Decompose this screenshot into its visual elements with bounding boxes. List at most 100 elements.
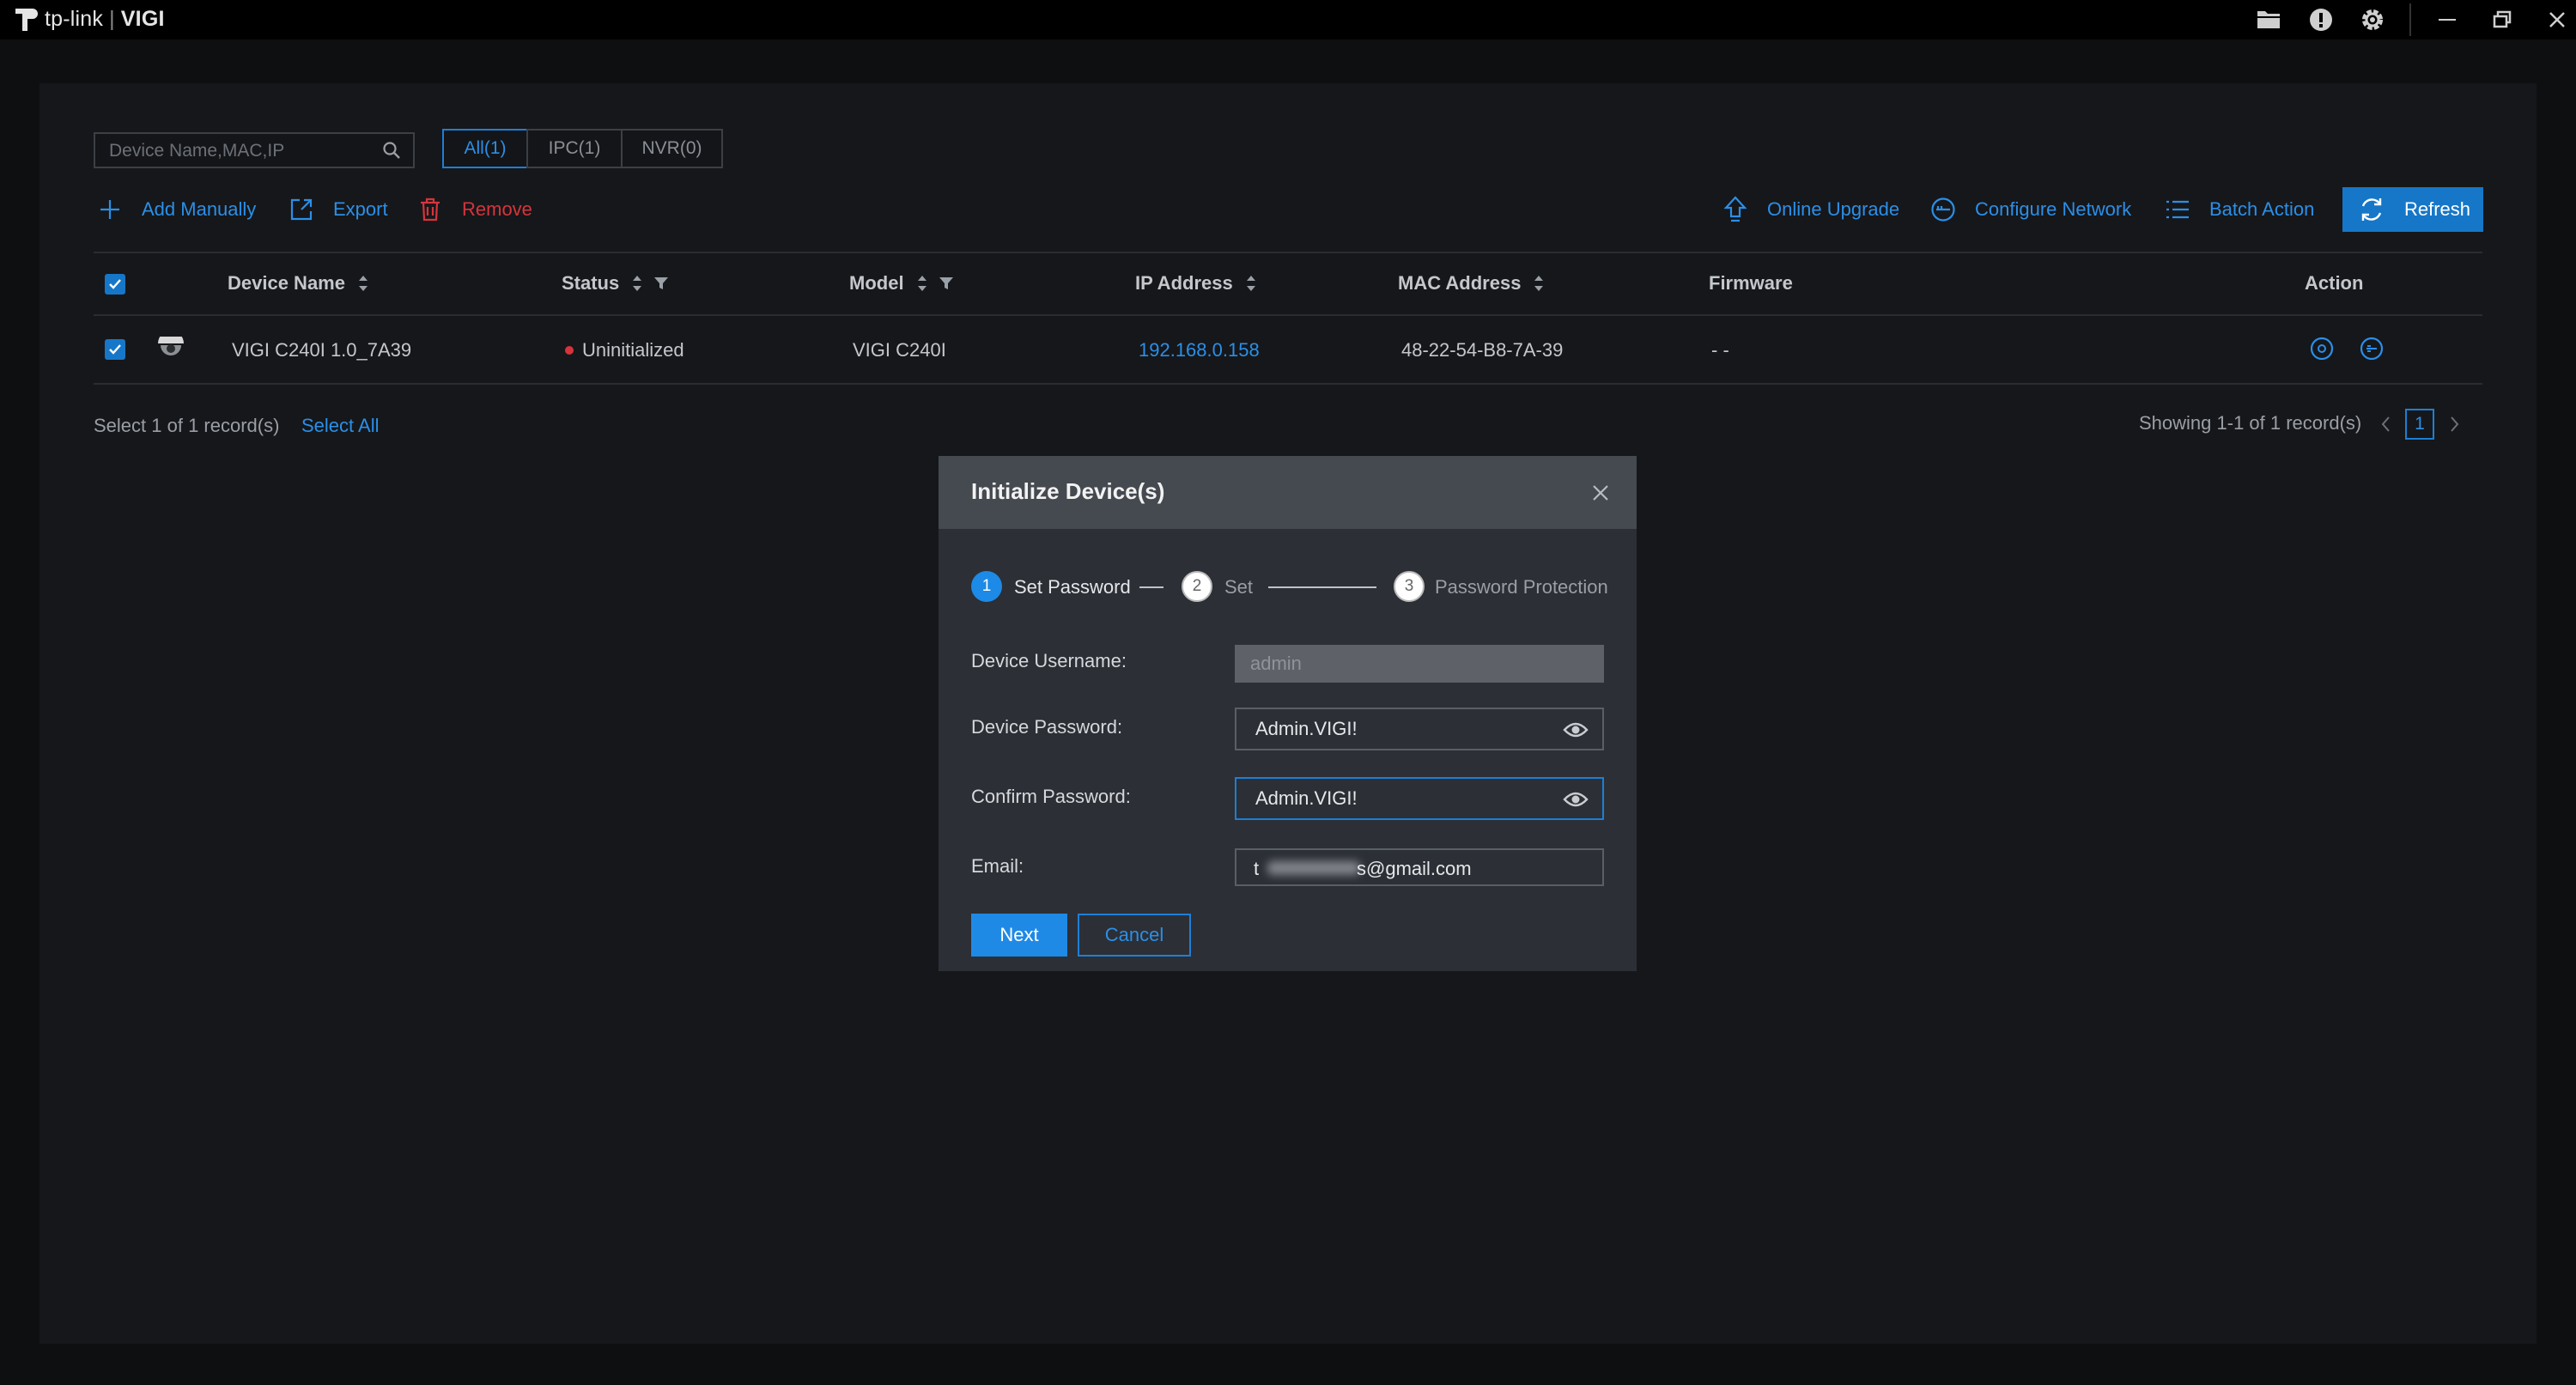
page-button-1[interactable]: 1	[2405, 409, 2434, 440]
refresh-label: Refresh	[2404, 198, 2471, 220]
column-header-mac-address[interactable]: MAC Address	[1398, 272, 1545, 295]
sort-icon[interactable]	[631, 273, 643, 294]
column-header-action: Action	[2305, 272, 2364, 294]
step-2-label: Set	[1224, 576, 1254, 598]
close-icon[interactable]	[1588, 480, 1613, 506]
title-bar	[0, 0, 2576, 39]
showing-records: Showing 1-1 of 1 record(s)	[2139, 412, 2362, 434]
email-suffix: s@gmail.com	[1357, 858, 1472, 879]
tab-all[interactable]: All(1)	[442, 129, 528, 168]
divider	[94, 252, 2482, 253]
eye-icon[interactable]	[1563, 720, 1589, 739]
column-label: MAC Address	[1398, 272, 1522, 294]
configure-network-label: Configure Network	[1975, 198, 2132, 220]
export-label: Export	[333, 198, 388, 220]
column-header-model[interactable]: Model	[849, 272, 954, 295]
username-label: Device Username:	[971, 650, 1127, 671]
firmware-cell: - -	[1711, 339, 1729, 361]
email-label: Email:	[971, 855, 1024, 877]
tp-link-logo-icon	[15, 9, 38, 31]
mac-address-cell: 48-22-54-B8-7A-39	[1401, 339, 1564, 361]
upgrade-arrow-icon	[1722, 196, 1748, 222]
step-1-indicator: 1	[971, 571, 1002, 602]
device-name-cell: VIGI C240I 1.0_7A39	[232, 339, 412, 361]
configure-network-button[interactable]: Configure Network	[1930, 194, 2131, 225]
username-field	[1235, 645, 1604, 683]
status-dot	[565, 346, 574, 355]
sort-icon[interactable]	[1533, 273, 1545, 294]
divider	[94, 383, 2482, 385]
search-input[interactable]	[107, 134, 368, 168]
step-3-label: Password Protection	[1435, 576, 1608, 598]
tab-ipc[interactable]: IPC(1)	[526, 129, 623, 168]
list-icon	[2165, 197, 2190, 222]
confirm-password-label: Confirm Password:	[971, 786, 1131, 807]
search-box[interactable]	[94, 132, 415, 168]
next-button[interactable]: Next	[971, 914, 1067, 957]
step-2-indicator: 2	[1182, 571, 1212, 602]
close-icon[interactable]	[2541, 3, 2573, 36]
online-upgrade-label: Online Upgrade	[1767, 198, 1900, 220]
filter-icon[interactable]	[653, 276, 669, 291]
sort-icon[interactable]	[357, 273, 369, 294]
plus-icon	[97, 197, 123, 222]
chevron-left-icon[interactable]	[2379, 415, 2393, 434]
info-icon[interactable]	[2305, 3, 2337, 36]
username-input	[1250, 647, 1542, 681]
brand-name: tp-link	[45, 7, 104, 31]
column-label: Device Name	[228, 272, 345, 294]
folder-icon[interactable]	[2252, 3, 2285, 36]
product-name: VIGI	[120, 7, 165, 31]
refresh-icon	[2358, 196, 2385, 223]
add-manually-button[interactable]: Add Manually	[97, 194, 256, 225]
column-label: Model	[849, 272, 904, 294]
dome-camera-icon	[158, 337, 184, 355]
initialize-device-dialog: Initialize Device(s) 1 Set Password 2 Se…	[939, 456, 1637, 971]
confirm-password-input[interactable]	[1255, 779, 1547, 818]
eye-icon[interactable]	[1563, 790, 1589, 809]
confirm-password-field[interactable]	[1235, 777, 1604, 820]
select-all-link[interactable]: Select All	[301, 415, 380, 437]
divider	[94, 314, 2482, 316]
chevron-right-icon[interactable]	[2447, 415, 2461, 434]
cancel-button[interactable]: Cancel	[1078, 914, 1191, 957]
export-button[interactable]: Export	[289, 194, 388, 225]
ip-address-link[interactable]: 192.168.0.158	[1139, 339, 1260, 361]
row-checkbox[interactable]	[105, 339, 125, 360]
remove-label: Remove	[462, 198, 532, 220]
filter-icon[interactable]	[939, 276, 954, 291]
select-all-checkbox[interactable]	[105, 274, 125, 295]
export-icon	[289, 197, 314, 222]
minimize-icon[interactable]	[2431, 3, 2464, 36]
remove-button[interactable]: Remove	[417, 194, 532, 225]
step-connector	[1139, 586, 1163, 588]
batch-action-button[interactable]: Batch Action	[2165, 194, 2314, 225]
settings-action-icon[interactable]	[2309, 336, 2335, 361]
password-field[interactable]	[1235, 708, 1604, 750]
restore-icon[interactable]	[2486, 3, 2518, 36]
step-connector	[1268, 586, 1376, 588]
titlebar-divider	[2409, 3, 2411, 36]
email-prefix: t	[1254, 858, 1260, 879]
status-text: Uninitialized	[582, 339, 684, 361]
refresh-button[interactable]: Refresh	[2342, 187, 2483, 232]
column-header-ip-address[interactable]: IP Address	[1135, 272, 1257, 295]
sort-icon[interactable]	[1245, 273, 1257, 294]
tab-nvr[interactable]: NVR(0)	[621, 129, 723, 168]
sort-icon[interactable]	[916, 273, 928, 294]
online-upgrade-button[interactable]: Online Upgrade	[1722, 194, 1899, 225]
column-header-firmware: Firmware	[1709, 272, 1793, 294]
selection-count: Select 1 of 1 record(s)	[94, 415, 280, 436]
batch-action-label: Batch Action	[2209, 198, 2315, 220]
column-header-device-name[interactable]: Device Name	[228, 272, 369, 295]
column-header-status[interactable]: Status	[562, 272, 669, 295]
gear-icon[interactable]	[2356, 3, 2389, 36]
email-field[interactable]: t s@gmail.com	[1235, 848, 1604, 886]
model-cell: VIGI C240I	[853, 339, 946, 361]
add-manually-label: Add Manually	[142, 198, 257, 220]
password-label: Device Password:	[971, 716, 1123, 738]
network-icon	[1930, 197, 1956, 222]
link-action-icon[interactable]	[2359, 336, 2385, 361]
search-icon[interactable]	[382, 141, 401, 160]
password-input[interactable]	[1255, 709, 1547, 749]
